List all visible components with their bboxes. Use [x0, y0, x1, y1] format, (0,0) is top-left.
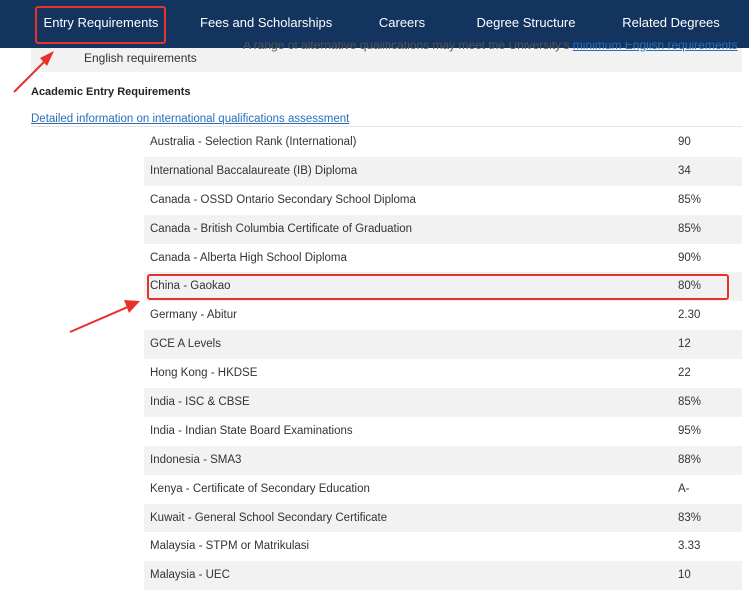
qualification-score: 90 [678, 136, 691, 148]
qualification-score: 85% [678, 193, 702, 206]
qualification-score: 34 [678, 164, 691, 177]
table-row: GCE A Levels 12 [144, 330, 742, 360]
table-row: Australia - Selection Rank (Internationa… [144, 128, 742, 157]
qualification-score: 22 [678, 367, 691, 380]
top-navigation: Entry Requirements Fees and Scholarships… [0, 0, 749, 48]
qualification-name: Canada - Alberta High School Diploma [150, 251, 347, 264]
table-row: Germany - Abitur 2.30 [144, 301, 742, 330]
qualifications-table: Australia - Selection Rank (Internationa… [144, 128, 742, 591]
tab-degree-structure[interactable]: Degree Structure [470, 0, 582, 48]
qualification-name: Canada - OSSD Ontario Secondary School D… [150, 193, 416, 206]
qualification-score: A- [678, 482, 690, 495]
qualification-name: Hong Kong - HKDSE [150, 367, 258, 380]
qualification-name: Germany - Abitur [150, 309, 237, 322]
english-requirements-label: English requirements [84, 51, 197, 65]
qualification-score: 88% [678, 453, 702, 466]
tab-entry-requirements[interactable]: Entry Requirements [36, 0, 166, 48]
table-row: Hong Kong - HKDSE 22 [144, 359, 742, 388]
table-row: Canada - Alberta High School Diploma 90% [144, 244, 742, 273]
table-row: Canada - OSSD Ontario Secondary School D… [144, 186, 742, 215]
qualification-name: GCE A Levels [150, 338, 221, 351]
qualification-name: China - Gaokao [150, 280, 231, 293]
tab-careers[interactable]: Careers [362, 0, 442, 48]
table-row: India - ISC & CBSE 85% [144, 388, 742, 417]
qualification-name: Malaysia - STPM or Matrikulasi [150, 540, 310, 553]
qualification-name: Kuwait - General School Secondary Certif… [150, 511, 388, 524]
qualification-name: International Baccalaureate (IB) Diploma [150, 164, 358, 177]
qualification-score: 12 [678, 338, 691, 351]
qualification-score: 85% [678, 396, 702, 409]
qualification-name: India - Indian State Board Examinations [150, 424, 353, 437]
qualification-score: 2.30 [678, 309, 701, 322]
qualification-name: India - ISC & CBSE [150, 396, 250, 409]
qualifications-assessment-link[interactable]: Detailed information on international qu… [31, 113, 349, 125]
tab-fees-and-scholarships[interactable]: Fees and Scholarships [200, 0, 332, 48]
row-arrow-icon [69, 300, 140, 333]
table-row: Malaysia - UEC 10 [144, 561, 742, 591]
qualification-score: 95% [678, 424, 702, 437]
qualification-name: Australia - Selection Rank (Internationa… [150, 136, 357, 148]
table-row: Canada - British Columbia Certificate of… [144, 214, 742, 244]
qualification-name: Kenya - Certificate of Secondary Educati… [150, 482, 370, 495]
academic-entry-heading: Academic Entry Requirements [31, 86, 191, 98]
table-top-divider [31, 126, 742, 127]
table-row: Indonesia - SMA3 88% [144, 445, 742, 475]
qualification-score: 3.33 [678, 540, 701, 553]
table-row: Kuwait - General School Secondary Certif… [144, 503, 742, 533]
table-row: India - Indian State Board Examinations 9… [144, 417, 742, 446]
table-row: Malaysia - STPM or Matrikulasi 3.33 [144, 532, 742, 561]
qualification-score: 90% [678, 251, 702, 264]
tab-related-degrees[interactable]: Related Degrees [615, 0, 727, 48]
qualification-name: Indonesia - SMA3 [150, 453, 242, 466]
qualification-name: Canada - British Columbia Certificate of… [150, 222, 413, 235]
table-row: Kenya - Certificate of Secondary Educati… [144, 475, 742, 504]
qualification-score: 80% [678, 280, 702, 293]
table-row: China - Gaokao 80% [144, 272, 742, 302]
qualification-score: 83% [678, 511, 702, 524]
qualification-name: Malaysia - UEC [150, 569, 230, 582]
table-row: International Baccalaureate (IB) Diploma… [144, 156, 742, 186]
qualification-score: 10 [678, 569, 691, 582]
qualification-score: 85% [678, 222, 702, 235]
